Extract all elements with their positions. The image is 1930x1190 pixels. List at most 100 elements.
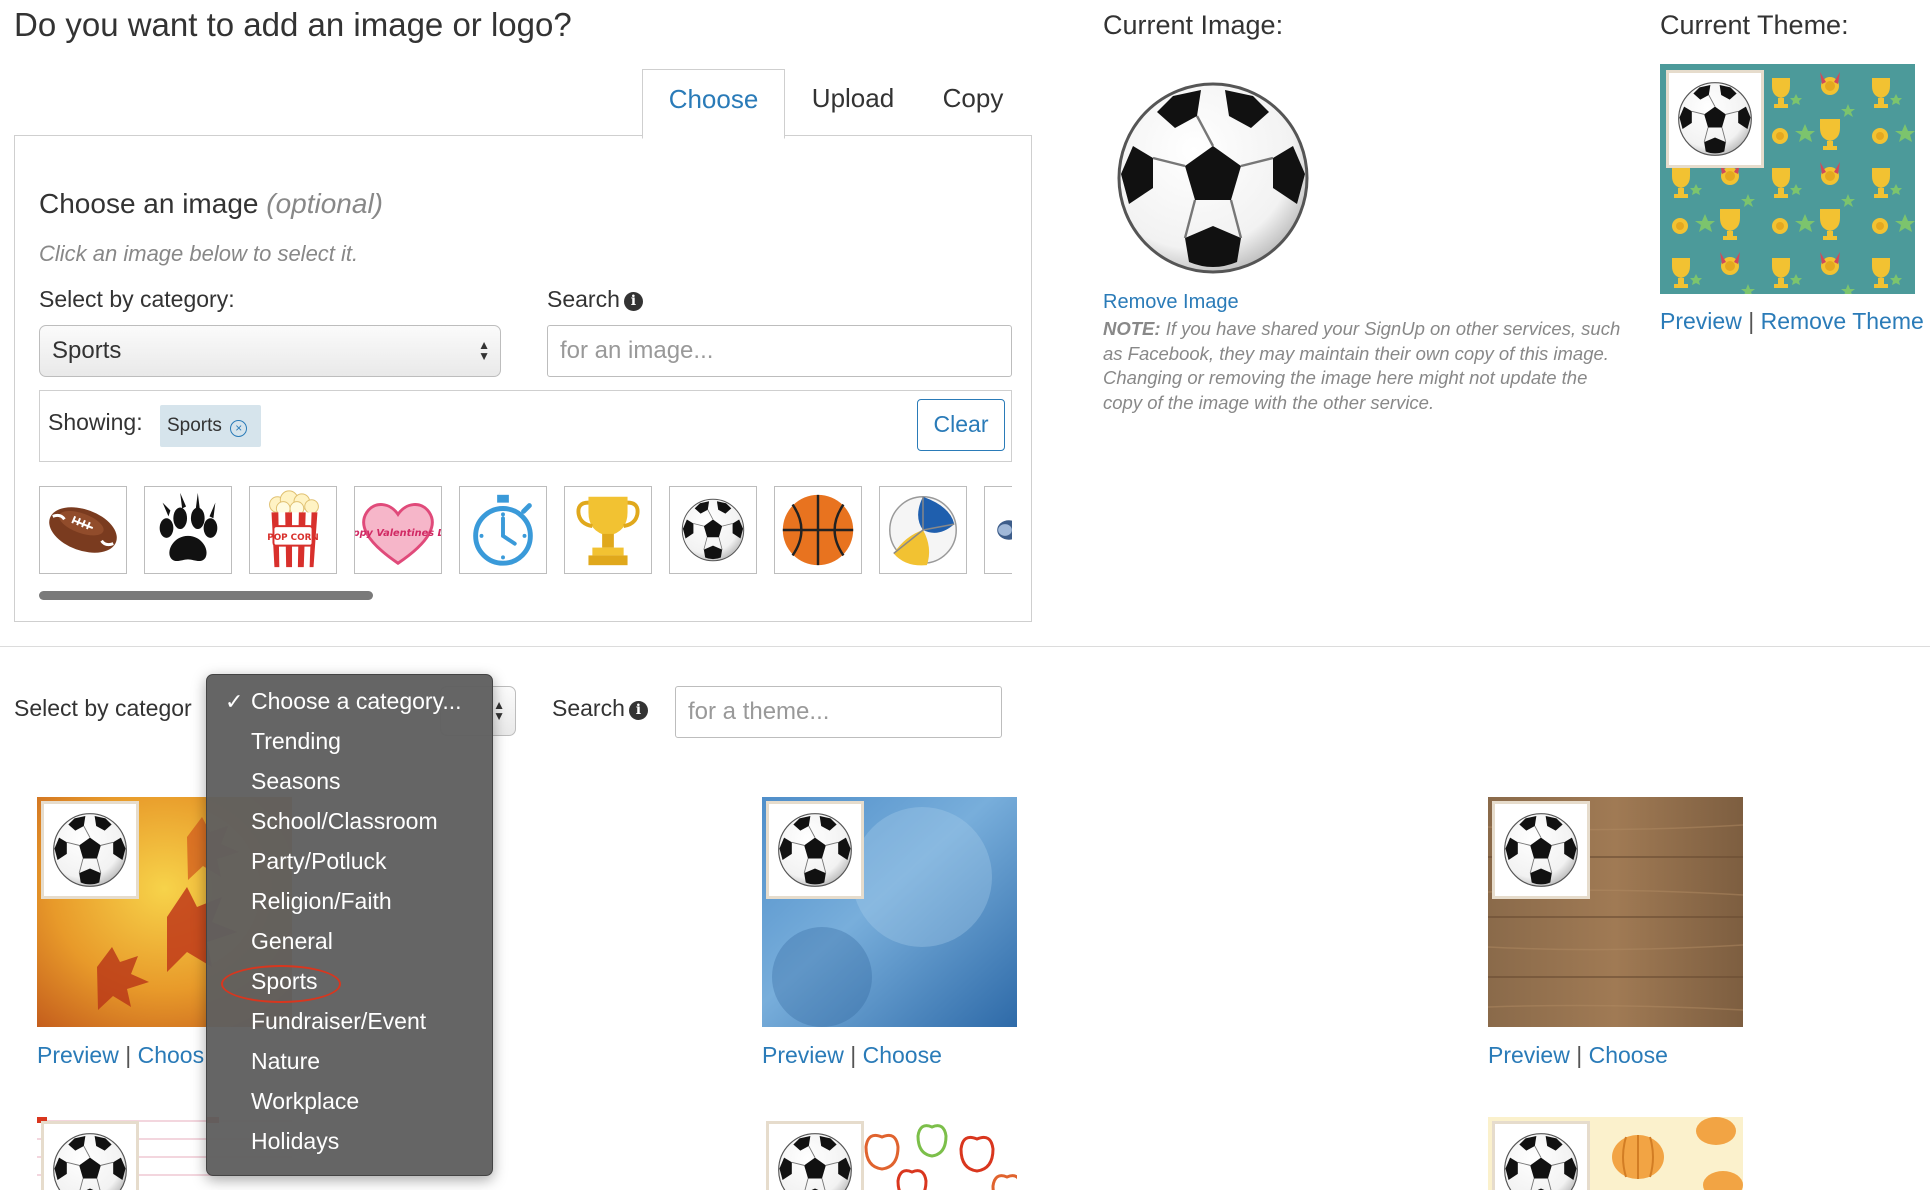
- thumbnail-strip[interactable]: POP CORN Happy Valentines Day: [39, 486, 1012, 578]
- showing-label: Showing:: [48, 409, 143, 435]
- stopwatch-icon: [473, 494, 533, 566]
- theme-search-placeholder: for a theme...: [688, 698, 830, 725]
- soccer-ball-icon: [681, 498, 745, 562]
- highlight-circle: [221, 965, 341, 1003]
- choose-link[interactable]: Choose: [863, 1042, 942, 1068]
- info-icon[interactable]: i: [628, 701, 648, 720]
- thumbnail-stopwatch[interactable]: [459, 486, 547, 574]
- remove-filter-icon[interactable]: ×: [230, 420, 248, 437]
- theme-logo-box: [1492, 801, 1590, 899]
- theme-search-label: Search i: [552, 695, 648, 722]
- soccer-ball-icon: [53, 813, 127, 887]
- popcorn-label: POP CORN: [267, 533, 318, 543]
- theme-category-label: Select by categor: [14, 695, 192, 721]
- preview-link[interactable]: Preview: [762, 1042, 844, 1068]
- category-label: Select by category:: [39, 286, 235, 312]
- thumbnail-paw-print[interactable]: [144, 486, 232, 574]
- tab-copy[interactable]: Copy: [918, 69, 1028, 137]
- section-divider: [0, 646, 1930, 647]
- theme-search-input[interactable]: for a theme...: [675, 686, 1002, 738]
- category-select[interactable]: Sports ▲ ▼: [39, 325, 501, 377]
- chooser-title-text: Choose an image: [39, 188, 259, 219]
- link-separator: |: [1576, 1042, 1583, 1068]
- dropdown-item-general[interactable]: General: [251, 928, 333, 955]
- theme-card-pumpkins[interactable]: [1488, 1117, 1743, 1190]
- showing-bar: Showing: Sports × Clear: [39, 390, 1012, 462]
- basketball-icon: [782, 494, 854, 566]
- dropdown-item-school-classroom[interactable]: School/Classroom: [251, 808, 438, 835]
- tab-upload[interactable]: Upload: [788, 69, 918, 137]
- theme-logo-box: [41, 801, 139, 899]
- image-search-placeholder: for an image...: [560, 337, 714, 364]
- partial-image-icon: [997, 520, 1012, 540]
- theme-logo-box: [1666, 70, 1764, 168]
- dropdown-item-holidays[interactable]: Holidays: [251, 1128, 339, 1155]
- remove-image-link[interactable]: Remove Image: [1103, 291, 1239, 314]
- theme-card-blue[interactable]: [762, 797, 1017, 1027]
- link-separator: |: [850, 1042, 857, 1068]
- dropdown-item-trending[interactable]: Trending: [251, 728, 341, 755]
- remove-theme-link[interactable]: Remove Theme: [1761, 308, 1924, 334]
- search-label-text: Search: [547, 286, 620, 312]
- thumbnail-partial[interactable]: [984, 486, 1012, 574]
- choose-link[interactable]: Choose: [1589, 1042, 1668, 1068]
- info-icon[interactable]: i: [623, 292, 643, 311]
- thumbnail-scrollbar[interactable]: [39, 591, 373, 600]
- thumbnail-basketball[interactable]: [774, 486, 862, 574]
- current-image: [1113, 78, 1313, 278]
- current-theme-preview: [1660, 64, 1915, 294]
- dropdown-item-fundraiser-event[interactable]: Fundraiser/Event: [251, 1008, 426, 1035]
- clear-button[interactable]: Clear: [917, 399, 1005, 451]
- preview-link[interactable]: Preview: [37, 1042, 119, 1068]
- soccer-ball-icon: [1678, 82, 1752, 156]
- thumbnail-soccer-ball[interactable]: [669, 486, 757, 574]
- thumbnail-trophy[interactable]: [564, 486, 652, 574]
- dropdown-item-party-potluck[interactable]: Party/Potluck: [251, 848, 387, 875]
- theme-links-wood: Preview | Choose: [1488, 1042, 1668, 1069]
- dropdown-item-workplace[interactable]: Workplace: [251, 1088, 359, 1115]
- image-search-input[interactable]: for an image...: [547, 325, 1012, 377]
- tab-choose[interactable]: Choose: [642, 69, 785, 139]
- note-label: NOTE:: [1103, 318, 1161, 339]
- theme-links-blue: Preview | Choose: [762, 1042, 942, 1069]
- category-dropdown-menu[interactable]: ✓ Choose a category... Trending Seasons …: [206, 674, 493, 1176]
- soccer-ball-icon: [778, 1133, 852, 1190]
- thumbnail-popcorn[interactable]: POP CORN: [249, 486, 337, 574]
- image-note: NOTE: If you have shared your SignUp on …: [1103, 317, 1623, 415]
- football-icon: [49, 507, 117, 553]
- trophy-icon: [576, 496, 640, 566]
- theme-logo-box: [766, 1121, 864, 1190]
- theme-card-wood[interactable]: [1488, 797, 1743, 1027]
- checkmark-icon: ✓: [225, 689, 244, 714]
- dropdown-item-seasons[interactable]: Seasons: [251, 768, 341, 795]
- current-image-label: Current Image:: [1103, 10, 1284, 40]
- dropdown-item-religion-faith[interactable]: Religion/Faith: [251, 888, 392, 915]
- note-text: If you have shared your SignUp on other …: [1103, 318, 1621, 413]
- category-select-value: Sports: [52, 337, 122, 364]
- soccer-ball-icon: [1504, 813, 1578, 887]
- filter-chip-label: Sports: [167, 415, 222, 436]
- preview-link[interactable]: Preview: [1488, 1042, 1570, 1068]
- soccer-ball-icon: [1504, 1133, 1578, 1190]
- filter-chip[interactable]: Sports ×: [160, 405, 261, 447]
- thumbnail-volleyball[interactable]: [879, 486, 967, 574]
- link-separator: |: [1748, 308, 1755, 334]
- chooser-hint: Click an image below to select it.: [39, 241, 359, 266]
- volleyball-icon: [889, 496, 957, 566]
- soccer-ball-icon: [1117, 82, 1309, 274]
- choose-link[interactable]: Choos: [138, 1042, 204, 1068]
- dropdown-item-nature[interactable]: Nature: [251, 1048, 320, 1075]
- thumbnail-valentine[interactable]: Happy Valentines Day: [354, 486, 442, 574]
- soccer-ball-icon: [778, 813, 852, 887]
- select-arrows-icon: ▲ ▼: [493, 698, 505, 723]
- current-theme-links: Preview | Remove Theme: [1660, 308, 1924, 335]
- thumbnail-football[interactable]: [39, 486, 127, 574]
- select-arrows-icon: ▲ ▼: [478, 338, 490, 363]
- theme-card-apples[interactable]: [762, 1117, 1017, 1190]
- dropdown-item-choose-category[interactable]: Choose a category...: [251, 688, 462, 715]
- preview-theme-link[interactable]: Preview: [1660, 308, 1742, 334]
- optional-label: (optional): [266, 188, 383, 219]
- paw-print-icon: [159, 492, 218, 562]
- theme-search-label-text: Search: [552, 695, 625, 721]
- search-label: Search i: [547, 286, 643, 313]
